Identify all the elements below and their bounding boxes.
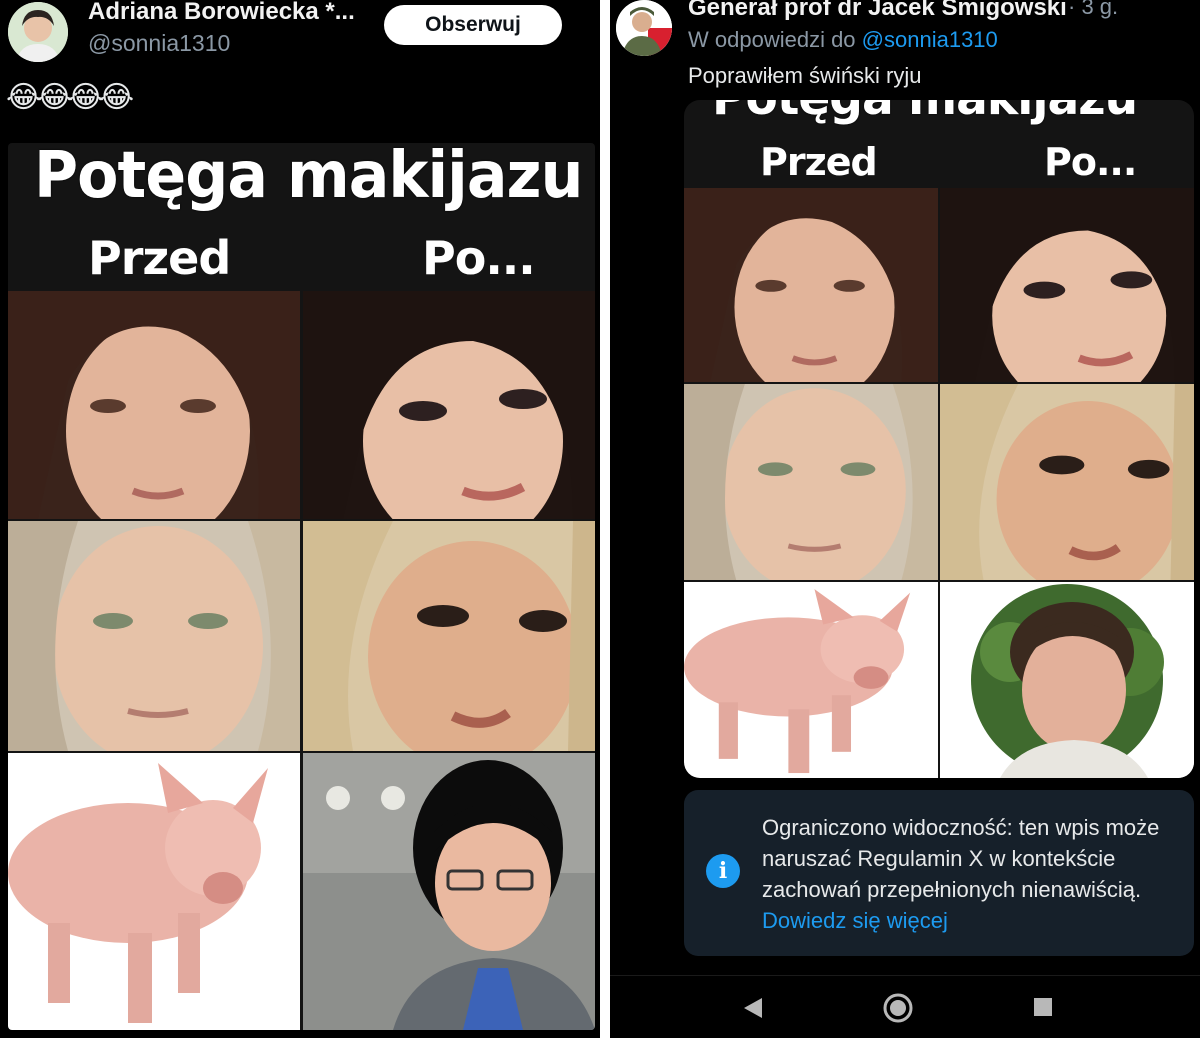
reply-context: W odpowiedzi do @sonnia1310 xyxy=(688,27,998,53)
tweet-text: Poprawiłem świński ryju xyxy=(688,63,922,88)
learn-more-link[interactable]: Dowiedz się więcej xyxy=(762,908,948,933)
follow-button[interactable]: Obserwuj xyxy=(384,5,562,45)
photo-brunette-after xyxy=(303,291,595,519)
photo-pig xyxy=(684,582,938,778)
photo-pig xyxy=(8,753,300,1030)
circle-home-icon[interactable] xyxy=(882,992,914,1024)
meme-title: Potęga makijazu xyxy=(712,100,1138,126)
reply-prefix: W odpowiedzi do xyxy=(688,27,856,52)
triangle-back-icon[interactable] xyxy=(738,994,766,1022)
author-name[interactable]: Adriana Borowiecka *... xyxy=(88,0,355,26)
right-tweet-screenshot: ⋮ Generał prof dr Jacek Smigowski · 3 g.… xyxy=(610,0,1200,1038)
author-name[interactable]: Generał prof dr Jacek Smigowski xyxy=(688,0,1067,22)
meme-before-label: Przed xyxy=(88,231,231,285)
author-avatar[interactable] xyxy=(8,2,68,62)
photo-blonde-after xyxy=(303,521,595,751)
meme-title: Potęga makijazu xyxy=(34,143,583,213)
meme-after-label: Po... xyxy=(422,231,536,285)
meme-after-label: Po... xyxy=(1044,140,1137,184)
photo-brunette-before xyxy=(684,188,938,382)
author-avatar[interactable] xyxy=(616,0,672,56)
reply-mention-link[interactable]: @sonnia1310 xyxy=(862,27,998,52)
author-handle[interactable]: @sonnia1310 xyxy=(88,30,230,57)
notice-text: Ograniczono widoczność: ten wpis może na… xyxy=(762,812,1182,936)
photo-blonde-before xyxy=(684,384,938,580)
photo-woman-glasses xyxy=(303,753,595,1030)
info-icon: i xyxy=(706,854,740,888)
visibility-notice: i Ograniczono widoczność: ten wpis może … xyxy=(684,790,1194,956)
photo-brunette-before xyxy=(8,291,300,519)
tweet-text: 😂😂😂😂 xyxy=(6,81,134,114)
photo-blonde-before xyxy=(8,521,300,751)
meme-image[interactable]: Potęga makijazu Przed Po... xyxy=(684,100,1194,778)
photo-brunette-after xyxy=(940,188,1194,382)
left-tweet-screenshot: Adriana Borowiecka *... @sonnia1310 Obse… xyxy=(0,0,600,1038)
tweet-timestamp[interactable]: · 3 g. xyxy=(1068,0,1118,20)
photo-woman-round xyxy=(940,582,1194,778)
meme-before-label: Przed xyxy=(760,140,878,184)
photo-blonde-after xyxy=(940,384,1194,580)
square-recents-icon[interactable] xyxy=(1030,994,1056,1020)
android-navigation-bar xyxy=(610,975,1200,1038)
meme-image[interactable]: Potęga makijazu Przed Po... xyxy=(8,143,595,1030)
notice-message: Ograniczono widoczność: ten wpis może na… xyxy=(762,815,1160,902)
